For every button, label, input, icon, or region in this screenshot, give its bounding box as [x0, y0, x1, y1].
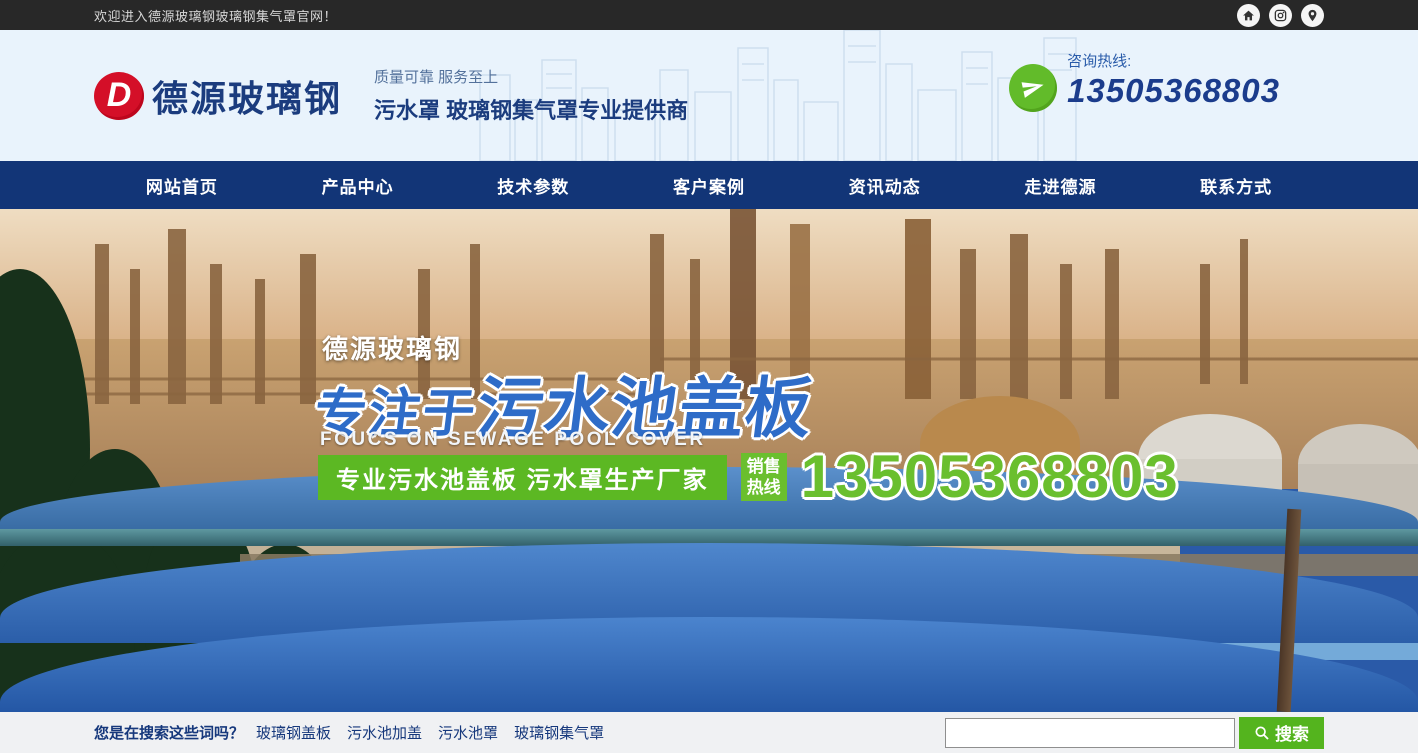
nav-item-contact[interactable]: 联系方式 [1148, 161, 1324, 209]
hero-banner: 德源玻璃钢 专注于污水池盖板 FOUCS ON SEWAGE POOL COVE… [0, 209, 1418, 712]
nav-item-about[interactable]: 走进德源 [973, 161, 1149, 209]
main-nav: 网站首页 产品中心 技术参数 客户案例 资讯动态 走进德源 联系方式 [0, 161, 1418, 209]
topbar-social-icons [1237, 4, 1324, 27]
topbar: 欢迎进入德源玻璃钢玻璃钢集气罩官网！ [0, 0, 1418, 30]
search-input[interactable] [945, 718, 1235, 748]
site-header: D 德源玻璃钢 质量可靠 服务至上 污水罩 玻璃钢集气罩专业提供商 咨询热线: … [0, 30, 1418, 161]
nav-item-specs[interactable]: 技术参数 [445, 161, 621, 209]
paper-plane-icon [1009, 64, 1057, 112]
keyword-link-2[interactable]: 污水池加盖 [347, 722, 422, 743]
search-group: 搜索 [945, 717, 1324, 749]
slogan-main: 污水罩 玻璃钢集气罩专业提供商 [374, 93, 688, 125]
logo-mark-icon: D [94, 72, 144, 120]
search-button-label: 搜索 [1275, 720, 1309, 745]
sales-badge-line2: 热线 [747, 477, 781, 498]
keyword-link-1[interactable]: 玻璃钢盖板 [256, 722, 331, 743]
search-button[interactable]: 搜索 [1239, 717, 1324, 749]
magnifier-icon [1254, 725, 1270, 741]
location-icon[interactable] [1301, 4, 1324, 27]
hot-search-bar: 您是在搜索这些词吗？ 玻璃钢盖板 污水池加盖 污水池罩 玻璃钢集气罩 搜索 [0, 712, 1418, 753]
sales-hotline-badge: 销售 热线 [741, 453, 787, 502]
header-slogan: 质量可靠 服务至上 污水罩 玻璃钢集气罩专业提供商 [374, 66, 688, 125]
hotline-label: 咨询热线: [1067, 54, 1280, 71]
header-hotline: 咨询热线: 13505368803 [1009, 54, 1280, 112]
sales-hotline-number: 13505368803 [801, 447, 1179, 507]
instagram-icon[interactable] [1269, 4, 1292, 27]
banner-tagline-button[interactable]: 专业污水池盖板 污水罩生产厂家 [318, 455, 727, 500]
keyword-link-3[interactable]: 污水池罩 [438, 722, 498, 743]
slogan-small: 质量可靠 服务至上 [374, 66, 688, 87]
nav-item-news[interactable]: 资讯动态 [797, 161, 973, 209]
hot-keywords: 玻璃钢盖板 污水池加盖 污水池罩 玻璃钢集气罩 [256, 722, 604, 743]
welcome-text: 欢迎进入德源玻璃钢玻璃钢集气罩官网！ [94, 6, 337, 25]
nav-item-home[interactable]: 网站首页 [94, 161, 270, 209]
hotline-number: 13505368803 [1067, 73, 1280, 109]
logo[interactable]: D 德源玻璃钢 [94, 70, 342, 122]
nav-item-cases[interactable]: 客户案例 [621, 161, 797, 209]
search-prompt: 您是在搜索这些词吗？ [94, 722, 244, 743]
home-icon[interactable] [1237, 4, 1260, 27]
sales-badge-line1: 销售 [747, 456, 781, 477]
nav-item-products[interactable]: 产品中心 [270, 161, 446, 209]
keyword-link-4[interactable]: 玻璃钢集气罩 [514, 722, 604, 743]
logo-text: 德源玻璃钢 [152, 70, 342, 122]
banner-tagline-row: 专业污水池盖板 污水罩生产厂家 销售 热线 13505368803 [318, 445, 1179, 509]
